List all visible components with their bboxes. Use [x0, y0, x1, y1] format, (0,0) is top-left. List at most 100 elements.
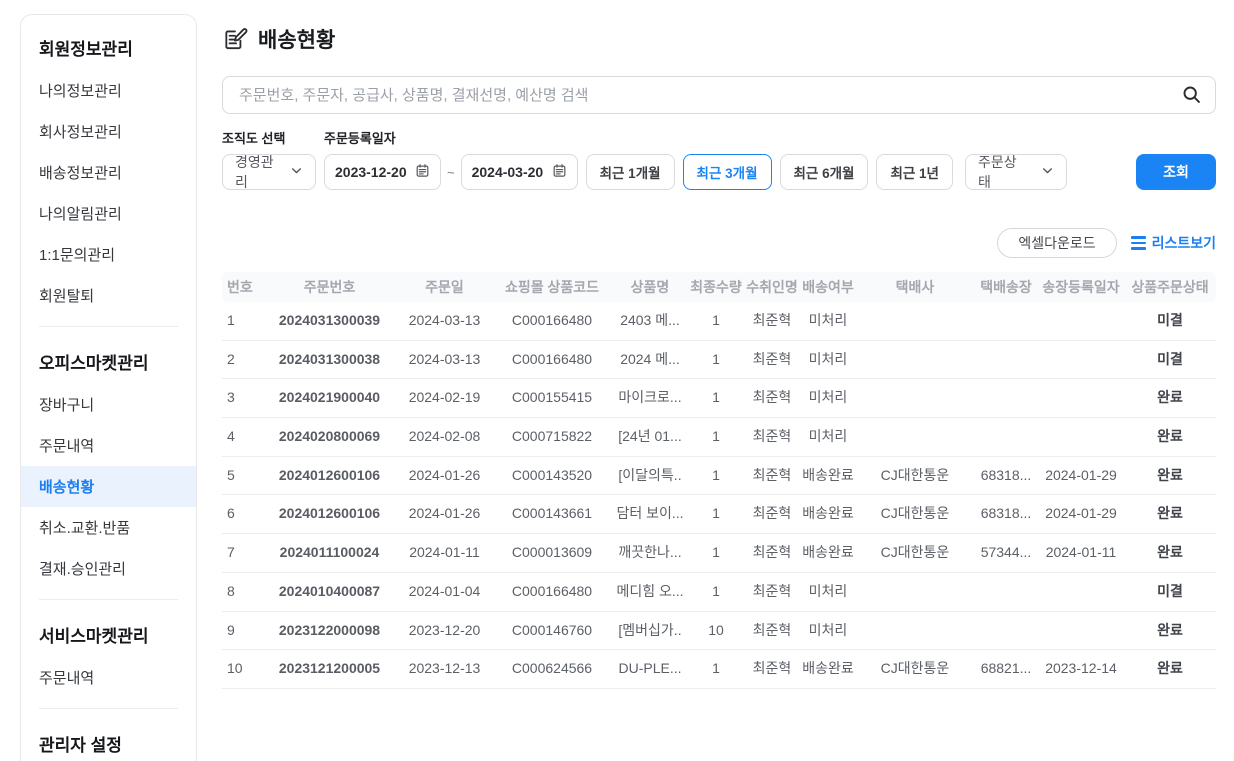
cell-order-date: 2024-01-04 — [397, 572, 492, 611]
cell-order-no: 2024021900040 — [262, 379, 397, 418]
sidebar-item[interactable]: 취소.교환.반품 — [21, 507, 196, 548]
cell-tracking-date — [1038, 379, 1124, 418]
org-select[interactable]: 경영관리 — [222, 154, 316, 190]
cell-delivery-status: 미처리 — [800, 302, 856, 340]
cell-recipient: 최준혁 — [744, 379, 800, 418]
cell-product-code: C000715822 — [492, 418, 612, 457]
column-header: 상품명 — [612, 272, 688, 302]
cell-order-no: 2024010400087 — [262, 572, 397, 611]
table-row[interactable]: 320240219000402024-02-19C000155415마이크로..… — [222, 379, 1216, 418]
column-header: 배송여부 — [800, 272, 856, 302]
sidebar-item[interactable]: 회사정보관리 — [21, 111, 196, 152]
date-to-input[interactable]: 2024-03-20 — [461, 154, 578, 190]
cell-qty: 1 — [688, 572, 744, 611]
cell-order-status: 완료 — [1124, 611, 1216, 650]
cell-product-name: 깨끗한나... — [612, 534, 688, 573]
column-header: 상품주문상태 — [1124, 272, 1216, 302]
cell-tracking-date — [1038, 611, 1124, 650]
cell-tracking-no: 57344... — [974, 534, 1038, 573]
cell-product-code: C000155415 — [492, 379, 612, 418]
delivery-table: 번호주문번호주문일쇼핑몰 상품코드상품명최종수량수취인명배송여부택배사택배송장송… — [222, 272, 1216, 689]
search-input[interactable] — [222, 76, 1216, 114]
table-row[interactable]: 220240313000382024-03-13C0001664802024 메… — [222, 340, 1216, 379]
sidebar-item[interactable]: 배송정보관리 — [21, 152, 196, 193]
cell-recipient: 최준혁 — [744, 456, 800, 495]
list-view-label: 리스트보기 — [1152, 233, 1216, 253]
cell-product-name: 마이크로... — [612, 379, 688, 418]
cell-qty: 10 — [688, 611, 744, 650]
cell-tracking-no: 68821... — [974, 650, 1038, 689]
cell-product-name: [멤버십가.. — [612, 611, 688, 650]
cell-order-date: 2023-12-20 — [397, 611, 492, 650]
date-range-preset-button[interactable]: 최근 1개월 — [586, 154, 675, 190]
sidebar-item[interactable]: 결재.승인관리 — [21, 548, 196, 589]
cell-order-status: 완료 — [1124, 534, 1216, 573]
date-from-input[interactable]: 2023-12-20 — [324, 154, 441, 190]
sidebar-section: 서비스마켓관리 주문내역 — [21, 610, 196, 709]
sidebar-item[interactable]: 1:1문의관리 — [21, 234, 196, 275]
cell-order-date: 2023-12-13 — [397, 650, 492, 689]
order-status-select[interactable]: 주문상태 — [965, 154, 1067, 190]
table-row[interactable]: 820240104000872024-01-04C000166480메디힘 오.… — [222, 572, 1216, 611]
cell-courier: CJ대한통운 — [856, 456, 974, 495]
query-button[interactable]: 조회 — [1136, 154, 1216, 190]
column-header: 쇼핑몰 상품코드 — [492, 272, 612, 302]
cell-product-code: C000166480 — [492, 572, 612, 611]
cell-order-status: 미결 — [1124, 302, 1216, 340]
cell-tracking-no — [974, 302, 1038, 340]
date-from-value: 2023-12-20 — [335, 164, 407, 180]
date-range-preset-button[interactable]: 최근 1년 — [876, 154, 953, 190]
cell-order-date: 2024-01-11 — [397, 534, 492, 573]
column-header: 수취인명 — [744, 272, 800, 302]
memo-edit-icon — [222, 26, 248, 52]
sidebar-divider — [39, 599, 178, 600]
cell-qty: 1 — [688, 340, 744, 379]
sidebar-item[interactable]: 장바구니 — [21, 384, 196, 425]
cell-product-code: C000166480 — [492, 302, 612, 340]
table-row[interactable]: 520240126001062024-01-26C000143520[이달의특.… — [222, 456, 1216, 495]
cell-recipient: 최준혁 — [744, 495, 800, 534]
table-row[interactable]: 420240208000692024-02-08C000715822[24년 0… — [222, 418, 1216, 457]
sidebar-section: 회원정보관리 나의정보관리회사정보관리배송정보관리나의알림관리1:1문의관리회원… — [21, 23, 196, 327]
cell-order-no: 2023122000098 — [262, 611, 397, 650]
date-range-preset-button[interactable]: 최근 3개월 — [683, 154, 772, 190]
sidebar-item[interactable]: 주문내역 — [21, 425, 196, 466]
sidebar-item[interactable]: 회원탈퇴 — [21, 275, 196, 316]
cell-delivery-status: 미처리 — [800, 379, 856, 418]
cell-product-code: C000143520 — [492, 456, 612, 495]
cell-recipient: 최준혁 — [744, 611, 800, 650]
sidebar-item[interactable]: 주문내역 — [21, 657, 196, 698]
cell-order-status: 완료 — [1124, 418, 1216, 457]
cell-delivery-status: 배송완료 — [800, 495, 856, 534]
sidebar-section-title: 오피스마켓관리 — [21, 337, 196, 384]
cell-courier: CJ대한통운 — [856, 534, 974, 573]
cell-order-status: 완료 — [1124, 495, 1216, 534]
cell-order-date: 2024-01-26 — [397, 456, 492, 495]
list-view-toggle[interactable]: 리스트보기 — [1131, 233, 1216, 253]
cell-qty: 1 — [688, 495, 744, 534]
table-row[interactable]: 1020231212000052023-12-13C000624566DU-PL… — [222, 650, 1216, 689]
cell-no: 1 — [222, 302, 262, 340]
sidebar-item[interactable]: 나의알림관리 — [21, 193, 196, 234]
cell-product-name: 담터 보이... — [612, 495, 688, 534]
search-icon[interactable] — [1181, 84, 1202, 110]
cell-order-no: 2024031300038 — [262, 340, 397, 379]
date-range-preset-button[interactable]: 최근 6개월 — [780, 154, 869, 190]
table-row[interactable]: 620240126001062024-01-26C000143661담터 보이.… — [222, 495, 1216, 534]
cell-product-name: 2403 메... — [612, 302, 688, 340]
date-to-value: 2024-03-20 — [472, 164, 544, 180]
chevron-down-icon — [290, 164, 303, 180]
cell-product-code: C000624566 — [492, 650, 612, 689]
sidebar: 회원정보관리 나의정보관리회사정보관리배송정보관리나의알림관리1:1문의관리회원… — [20, 14, 197, 761]
cell-order-date: 2024-02-19 — [397, 379, 492, 418]
excel-download-button[interactable]: 엑셀다운로드 — [997, 228, 1116, 258]
sidebar-item[interactable]: 배송현황 — [21, 466, 196, 507]
cell-order-status: 미결 — [1124, 340, 1216, 379]
sidebar-item[interactable]: 나의정보관리 — [21, 70, 196, 111]
cell-qty: 1 — [688, 302, 744, 340]
table-row[interactable]: 720240111000242024-01-11C000013609깨끗한나..… — [222, 534, 1216, 573]
table-row[interactable]: 920231220000982023-12-20C000146760[멤버십가.… — [222, 611, 1216, 650]
table-row[interactable]: 120240313000392024-03-13C0001664802403 메… — [222, 302, 1216, 340]
cell-courier — [856, 340, 974, 379]
order-status-value: 주문상태 — [978, 152, 1027, 192]
